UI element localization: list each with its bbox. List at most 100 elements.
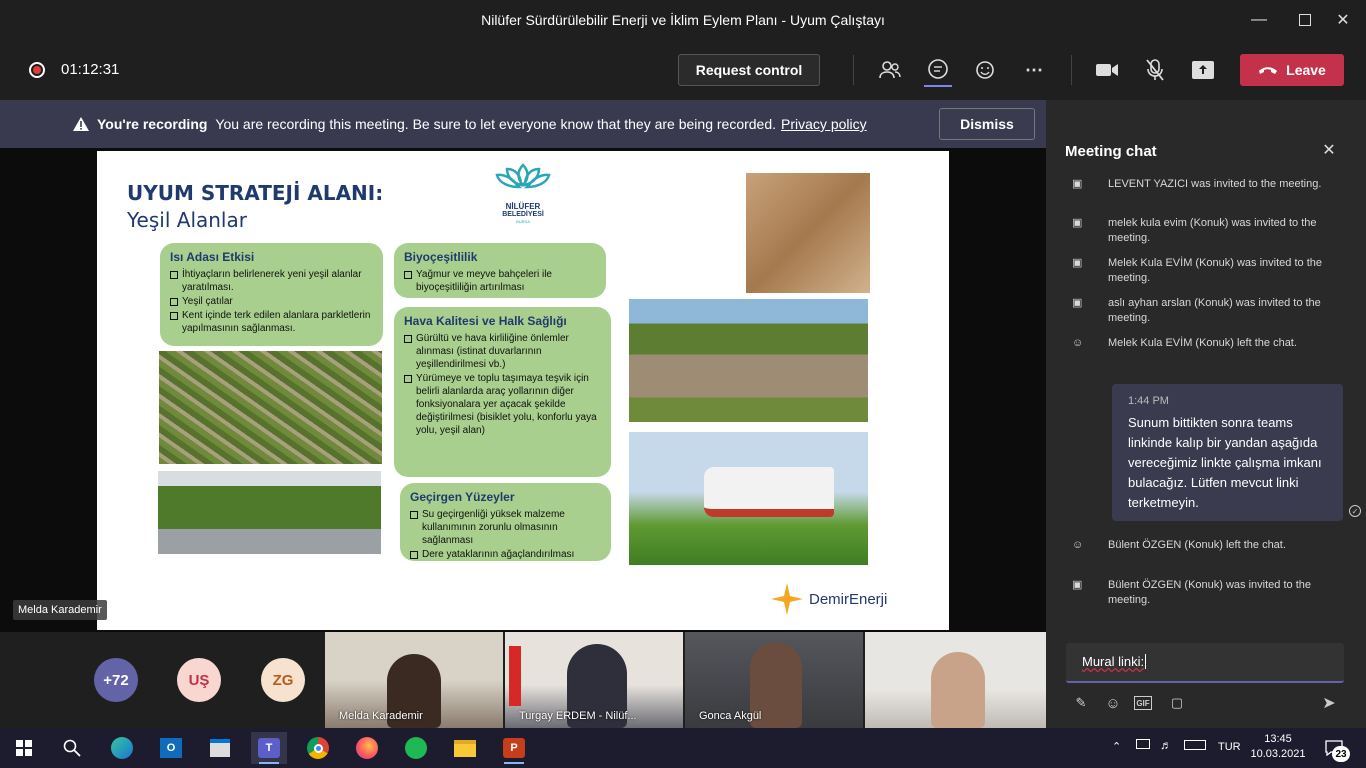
warning-icon	[73, 117, 89, 131]
dismiss-button[interactable]: Dismiss	[939, 108, 1035, 140]
minimize-icon[interactable]: —	[1236, 0, 1282, 40]
chat-event: ▣ melek kula evim (Konuk) was invited to …	[1072, 217, 1317, 244]
format-icon[interactable]: ✎	[1070, 692, 1092, 714]
green-wall-photo	[159, 351, 382, 464]
powerpoint-icon[interactable]: P	[496, 732, 532, 764]
emoji-icon[interactable]: ☺	[1102, 692, 1124, 714]
title-bar: Nilüfer Sürdürülebilir Enerji ve İklim E…	[0, 0, 1366, 40]
store-icon[interactable]	[202, 732, 238, 764]
close-chat-icon[interactable]: ✕	[1320, 141, 1338, 159]
show-hidden-icons[interactable]: ⌃	[1112, 740, 1121, 753]
request-control-button[interactable]: Request control	[678, 54, 820, 86]
chrome-icon[interactable]	[300, 732, 336, 764]
close-icon[interactable]: ✕	[1320, 0, 1366, 40]
message-time: 1:44 PM	[1128, 395, 1169, 407]
reactions-icon[interactable]	[972, 56, 1000, 84]
box-item: Su geçirgenliği yüksek malzeme kullanımı…	[410, 508, 601, 547]
person-left-icon: ☺	[1072, 539, 1084, 551]
clock-time: 13:45	[1264, 733, 1292, 745]
leave-button[interactable]: Leave	[1240, 54, 1344, 86]
box-item: Gürültü ve hava kirliliğine önlemler alı…	[404, 332, 601, 371]
nilufer-logo: NİLÜFER BELEDİYESİ BURSA	[490, 161, 556, 225]
teams-icon[interactable]: T	[251, 732, 287, 764]
presenter-name-tag: Melda Karademir	[13, 600, 107, 620]
permeable-pavement-photo	[746, 173, 870, 293]
search-icon[interactable]	[54, 732, 90, 764]
notification-count-badge: 23	[1332, 746, 1350, 762]
chat-message[interactable]: 1:44 PM Sunum bittikten sonra teams link…	[1112, 384, 1343, 521]
box-item: Kent içinde terk edilen alanlara parklet…	[170, 309, 373, 335]
video-tile[interactable]: Melda Karademir	[325, 632, 503, 728]
chat-active-indicator	[924, 85, 952, 87]
chat-event: ▣ Melek Kula EVİM (Konuk) was invited to …	[1072, 257, 1322, 284]
invite-icon: ▣	[1072, 297, 1083, 309]
divider	[1071, 55, 1072, 85]
divider	[853, 55, 854, 85]
box-title: Hava Kalitesi ve Halk Sağlığı	[404, 314, 567, 328]
box-item: Yeşil çatılar	[170, 295, 373, 308]
person-left-icon: ☺	[1072, 337, 1084, 349]
chat-title: Meeting chat	[1065, 143, 1157, 160]
system-clock[interactable]: 13:45 10.03.2021	[1248, 732, 1308, 762]
compose-text: Mural linki:	[1082, 654, 1145, 669]
overflow-participants-button[interactable]: +72	[94, 658, 138, 702]
leave-label: Leave	[1286, 62, 1326, 78]
read-receipt-icon: ✓	[1349, 505, 1361, 517]
windows-start-icon[interactable]	[6, 732, 42, 764]
invite-icon: ▣	[1072, 579, 1083, 591]
gif-icon[interactable]: GIF	[1134, 696, 1152, 710]
box-item: Yürümeye ve toplu taşımaya teşvik için b…	[404, 372, 601, 437]
demirenerji-logo: DemirEnerji	[769, 581, 887, 617]
chat-compose-input[interactable]: Mural linki:	[1066, 643, 1344, 683]
firefox-icon[interactable]	[349, 732, 385, 764]
logo-name: NİLÜFER	[505, 202, 541, 211]
file-explorer-icon[interactable]	[447, 732, 483, 764]
more-options-icon[interactable]: ⋯	[1020, 56, 1048, 84]
box-title: Biyoçeşitlilik	[404, 250, 478, 264]
tram-photo	[629, 432, 868, 565]
box-title: Geçirgen Yüzeyler	[410, 490, 515, 504]
chat-event: ☺ Melek Kula EVİM (Konuk) left the chat.	[1072, 337, 1297, 349]
share-screen-icon[interactable]	[1189, 56, 1217, 84]
edge-icon[interactable]	[104, 732, 140, 764]
recording-banner: You're recording You are recording this …	[0, 100, 1046, 148]
presentation-slide: UYUM STRATEJİ ALANI: Yeşil Alanlar NİLÜF…	[97, 151, 949, 630]
meeting-timer: 01:12:31	[61, 61, 120, 78]
phone-hangup-icon	[1259, 67, 1278, 74]
recording-icon	[29, 62, 45, 78]
clock-date: 10.03.2021	[1250, 748, 1306, 760]
info-box-air-quality: Hava Kalitesi ve Halk Sağlığı Gürültü ve…	[394, 307, 611, 477]
camera-icon[interactable]	[1093, 56, 1121, 84]
send-icon[interactable]: ➤	[1318, 692, 1340, 714]
spotify-icon[interactable]	[398, 732, 434, 764]
lotus-logo-icon	[495, 163, 551, 189]
pergola-photo	[629, 299, 868, 422]
slide-title: UYUM STRATEJİ ALANI:	[127, 181, 384, 205]
flag-shape	[509, 646, 521, 706]
outlook-icon[interactable]: O	[153, 732, 189, 764]
video-tile[interactable]	[865, 632, 1046, 728]
volume-icon[interactable]: ♬	[1160, 738, 1172, 752]
chat-event: ▣ Bülent ÖZGEN (Konuk) was invited to the…	[1072, 579, 1311, 606]
participant-avatar[interactable]: ZG	[261, 658, 305, 702]
participants-icon[interactable]	[876, 56, 904, 84]
info-box-permeable-surfaces: Geçirgen Yüzeyler Su geçirgenliği yüksek…	[400, 483, 611, 561]
language-indicator[interactable]: TUR	[1218, 741, 1241, 753]
mic-muted-icon[interactable]	[1141, 56, 1169, 84]
logo-sub: BELEDİYESİ	[502, 211, 544, 218]
privacy-policy-link[interactable]: Privacy policy	[781, 116, 867, 132]
sticker-icon[interactable]: ▢	[1166, 692, 1188, 714]
invite-icon: ▣	[1072, 217, 1083, 229]
recording-label: You're recording	[97, 116, 208, 132]
video-tile[interactable]: Gonca Akgül	[685, 632, 863, 728]
keyboard-icon[interactable]	[1184, 740, 1206, 750]
demirenerji-star-icon	[771, 583, 803, 615]
participant-avatar[interactable]: UŞ	[177, 658, 221, 702]
network-icon[interactable]	[1136, 739, 1150, 749]
video-tile[interactable]: Turgay ERDEM - Nilüf...	[505, 632, 683, 728]
chat-icon[interactable]	[924, 56, 952, 84]
tile-name: Melda Karademir	[339, 710, 423, 722]
box-title: Isı Adası Etkisi	[170, 250, 255, 264]
person-silhouette	[931, 652, 985, 728]
invite-icon: ▣	[1072, 178, 1083, 190]
